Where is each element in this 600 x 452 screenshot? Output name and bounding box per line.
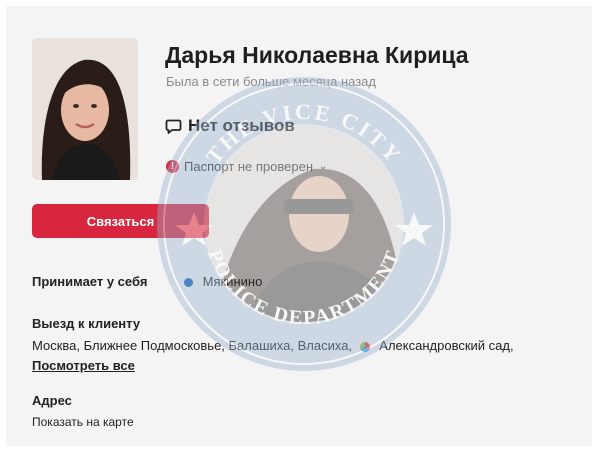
see-all-link[interactable]: Посмотреть все bbox=[32, 358, 135, 373]
visit-metro-name: Александровский сад, bbox=[379, 338, 514, 353]
star-icon bbox=[395, 212, 433, 246]
warning-icon: ! bbox=[166, 160, 179, 173]
online-status: Была в сети больше месяца назад bbox=[166, 74, 376, 89]
profile-card: Дарья Николаевна Кирица Была в сети боль… bbox=[6, 6, 592, 446]
reviews-summary[interactable]: Нет отзывов bbox=[165, 116, 295, 136]
visit-places-text: Москва, Ближнее Подмосковье, Балашиха, В… bbox=[32, 338, 353, 353]
visit-places: Москва, Ближнее Подмосковье, Балашиха, В… bbox=[32, 338, 514, 353]
receives-metro-name: Мякинино bbox=[202, 274, 263, 289]
chevron-down-icon: ⌄ bbox=[319, 161, 328, 172]
metro-multi-line-icon bbox=[359, 341, 370, 352]
receives-label: Принимает у себя bbox=[32, 274, 148, 289]
passport-label: Паспорт не проверен bbox=[184, 159, 314, 174]
chat-bubble-icon bbox=[165, 119, 182, 134]
address-label: Адрес bbox=[32, 393, 72, 408]
reviews-label: Нет отзывов bbox=[188, 116, 295, 135]
metro-line-icon bbox=[184, 278, 193, 288]
receives-metro: Мякинино bbox=[184, 274, 262, 289]
portrait-image bbox=[32, 38, 138, 180]
passport-status-dropdown[interactable]: ! Паспорт не проверен ⌄ bbox=[166, 159, 327, 174]
profile-name: Дарья Николаевна Кирица bbox=[165, 42, 469, 68]
show-on-map-link[interactable]: Показать на карте bbox=[32, 415, 134, 429]
visit-label: Выезд к клиенту bbox=[32, 316, 141, 331]
contact-button[interactable]: Связаться bbox=[32, 204, 209, 238]
profile-photo[interactable] bbox=[32, 38, 138, 180]
